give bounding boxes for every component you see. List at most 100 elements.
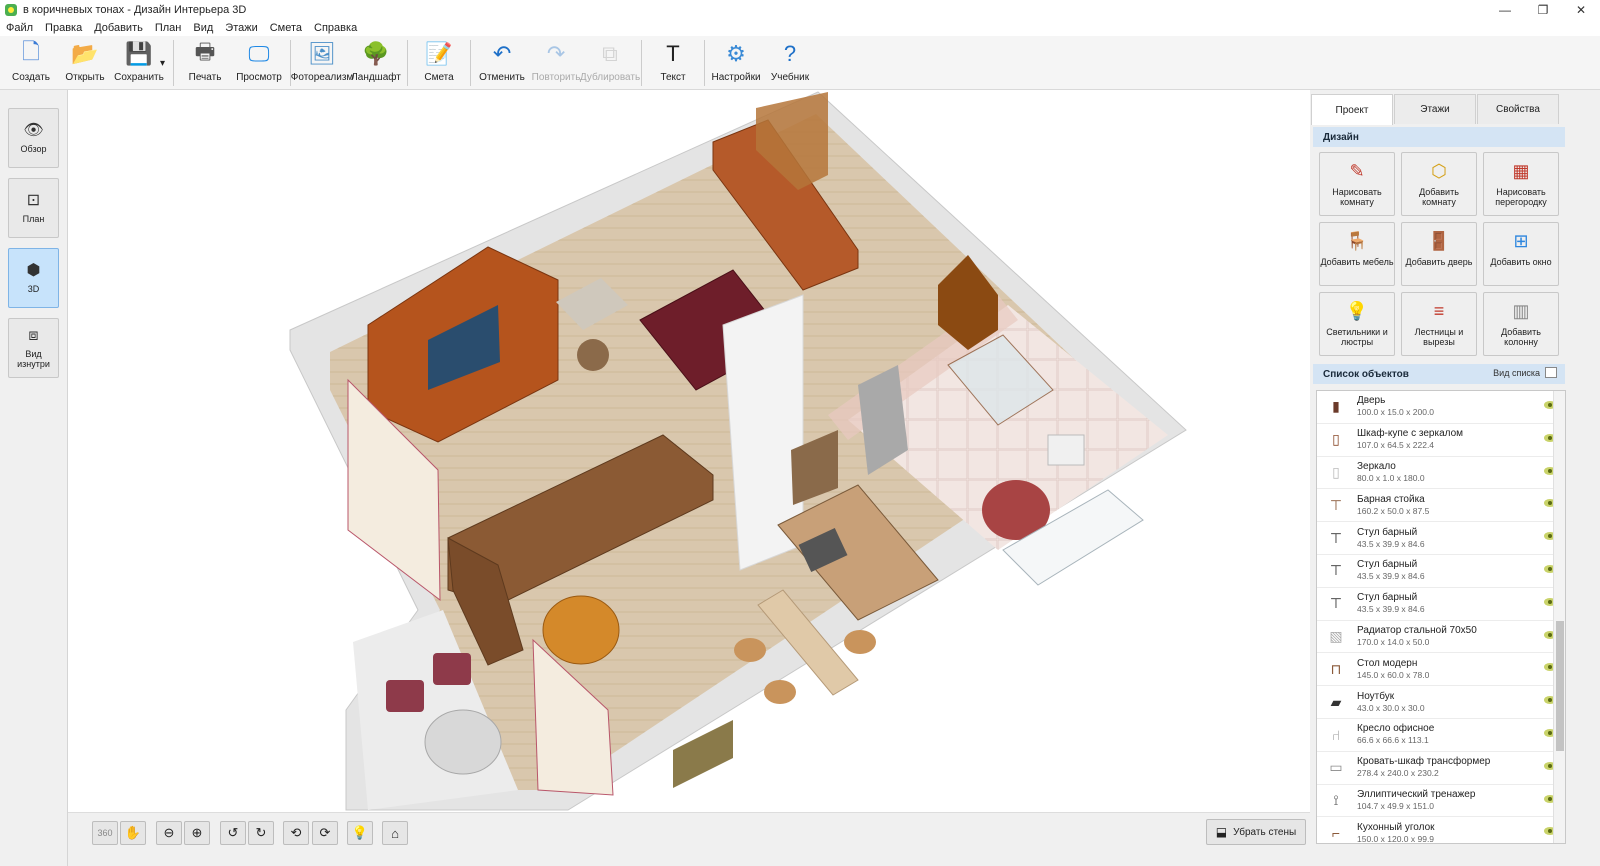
remove-walls-button[interactable]: ⬓ Убрать стены: [1206, 819, 1306, 845]
toolbar-button-3[interactable]: 🖶 Печать: [178, 36, 232, 88]
minimize-button[interactable]: —: [1486, 0, 1524, 20]
menu-item-5[interactable]: Этажи: [225, 22, 257, 34]
toolbar-button-4[interactable]: 🖵 Просмотр: [232, 36, 286, 88]
toolbar-label: Дублировать: [579, 72, 641, 83]
object-row[interactable]: ⊤ Стул барный 43.5 x 39.9 x 84.6: [1317, 555, 1565, 588]
view-button-2[interactable]: ⬢ 3D: [8, 248, 59, 308]
object-row[interactable]: ▯ Зеркало 80.0 x 1.0 x 180.0: [1317, 457, 1565, 490]
gear-icon: ⚙: [726, 41, 746, 66]
add-room-icon: ⬡: [1431, 160, 1447, 181]
menu-item-2[interactable]: Добавить: [94, 22, 143, 34]
object-row[interactable]: ▯ Шкаф-купе с зеркалом 107.0 x 64.5 x 222.…: [1317, 424, 1565, 457]
toolbar-button-5[interactable]: 🖼 Фотореализм: [291, 36, 354, 88]
object-row[interactable]: ⊤ Стул барный 43.5 x 39.9 x 84.6: [1317, 588, 1565, 621]
3d-viewport[interactable]: [68, 90, 1310, 812]
object-row[interactable]: ▮ Дверь 100.0 x 15.0 x 200.0: [1317, 391, 1565, 424]
toolbar-button-9[interactable]: ↷ Повторить: [529, 36, 583, 88]
object-row[interactable]: ⊤ Барная стойка 160.2 x 50.0 x 87.5: [1317, 489, 1565, 523]
object-row[interactable]: ▭ Кровать-шкаф трансформер 278.4 x 240.0 x…: [1317, 752, 1565, 785]
object-name: Кресло офисное: [1357, 723, 1435, 735]
object-row[interactable]: ▰ Ноутбук 43.0 x 30.0 x 30.0: [1317, 686, 1565, 719]
design-button-3[interactable]: 🪑 Добавить мебель: [1319, 222, 1395, 286]
toolbar-button-6[interactable]: 🌳 Ландшафт: [349, 36, 403, 88]
table-thumb-icon: ⊓: [1330, 660, 1342, 677]
design-button-7[interactable]: ≡ Лестницы и вырезы: [1401, 292, 1477, 356]
menu-item-4[interactable]: Вид: [193, 22, 213, 34]
save-dropdown-arrow[interactable]: ▾: [160, 58, 165, 69]
object-row[interactable]: ⊓ Стол модерн 145.0 x 60.0 x 78.0: [1317, 653, 1565, 687]
list-view-toggle[interactable]: Вид списка: [1493, 367, 1557, 378]
design-button-1[interactable]: ⬡ Добавить комнату: [1401, 152, 1477, 216]
stairs-icon: ≡: [1433, 300, 1445, 321]
tab-2[interactable]: Свойства: [1477, 94, 1559, 124]
tilt-up-icon[interactable]: ⟲: [283, 821, 309, 845]
scrollbar-thumb[interactable]: [1556, 621, 1564, 751]
light-bulb-icon[interactable]: 💡: [347, 821, 373, 845]
zoom-in-icon[interactable]: ⊕: [184, 821, 210, 845]
object-text: Стул барный 43.5 x 39.9 x 84.6: [1357, 559, 1425, 582]
toolbar-button-0[interactable]: 🗋 Создать: [4, 36, 58, 88]
tab-0[interactable]: Проект: [1311, 94, 1393, 125]
column-icon: ▥: [1512, 300, 1530, 321]
menu-item-1[interactable]: Правка: [45, 22, 82, 34]
rotate-right-icon[interactable]: ↻: [248, 821, 274, 845]
rotate-360-icon[interactable]: 360: [92, 821, 118, 845]
view-button-0[interactable]: 👁 Обзор: [8, 108, 59, 168]
close-button[interactable]: ✕: [1562, 0, 1600, 20]
objects-list[interactable]: ▮ Дверь 100.0 x 15.0 x 200.0 ▯ Шкаф-купе с з…: [1316, 390, 1566, 844]
toolbar-button-11[interactable]: T Текст: [646, 36, 700, 88]
rotate-left-icon[interactable]: ↺: [220, 821, 246, 845]
menu-item-6[interactable]: Смета: [270, 22, 302, 34]
object-row[interactable]: ⌐ Кухонный уголок 150.0 x 120.0 x 99.9: [1317, 817, 1565, 843]
tab-1[interactable]: Этажи: [1394, 94, 1476, 124]
objects-list-scrollbar[interactable]: [1553, 391, 1565, 843]
design-button-4[interactable]: 🚪 Добавить дверь: [1401, 222, 1477, 286]
view-button-3[interactable]: ⧈ Вид изнутри: [8, 318, 59, 378]
panel-tabs: Проект Этажи Свойства: [1311, 94, 1591, 125]
hand-pan-icon[interactable]: ✋: [120, 821, 146, 845]
restore-button[interactable]: ❐: [1524, 0, 1562, 20]
laptop-thumb-icon: ▰: [1330, 693, 1342, 710]
objects-section-title: Список объектов: [1323, 368, 1409, 380]
object-text: Зеркало 80.0 x 1.0 x 180.0: [1357, 461, 1425, 484]
bar-stool-thumb-icon: ⊤: [1329, 562, 1343, 579]
toolbar-button-8[interactable]: ↶ Отменить: [475, 36, 529, 88]
draw-room-icon: ✎: [1349, 160, 1365, 181]
toolbar-button-13[interactable]: ? Учебник: [763, 36, 817, 88]
object-dimensions: 100.0 x 15.0 x 200.0: [1357, 407, 1435, 418]
object-row[interactable]: ▧ Радиатор стальной 70х50 170.0 x 14.0 x 5…: [1317, 621, 1565, 654]
toolbar-button-7[interactable]: 📝 Смета: [412, 36, 466, 88]
toolbar-label: Учебник: [770, 72, 810, 83]
toolbar-button-2[interactable]: 💾 Сохранить: [112, 36, 166, 88]
menu-item-7[interactable]: Справка: [314, 22, 357, 34]
view-label: Вид изнутри: [17, 349, 50, 369]
armchair-icon: 🪑: [1345, 230, 1369, 251]
estimate-notepad-icon: 📝: [425, 41, 453, 66]
toolbar-label: Фотореализм: [290, 72, 354, 83]
toolbar-button-12[interactable]: ⚙ Настройки: [709, 36, 763, 88]
design-button-0[interactable]: ✎ Нарисовать комнату: [1319, 152, 1395, 216]
design-button-6[interactable]: 💡 Светильники и люстры: [1319, 292, 1395, 356]
design-button-5[interactable]: ⊞ Добавить окно: [1483, 222, 1559, 286]
view-button-1[interactable]: ⊡ План: [8, 178, 59, 238]
object-row[interactable]: ⊤ Стул барный 43.5 x 39.9 x 84.6: [1317, 522, 1565, 555]
toolbar-label: Смета: [424, 72, 454, 83]
object-dimensions: 104.7 x 49.9 x 151.0: [1357, 800, 1435, 811]
project-panel: Проект Этажи Свойства Дизайн ✎ Нарисовать к…: [1311, 90, 1600, 866]
design-button-8[interactable]: ▥ Добавить колонну: [1483, 292, 1559, 356]
bar-counter-thumb-icon: ⊤: [1329, 496, 1343, 513]
design-button-2[interactable]: ▦ Нарисовать перегородку: [1483, 152, 1559, 216]
bar-stool-thumb-icon: ⊤: [1329, 595, 1343, 612]
tilt-down-icon[interactable]: ⟳: [312, 821, 338, 845]
object-row[interactable]: ⟟ Эллиптический тренажер 104.7 x 49.9 x 15…: [1317, 785, 1565, 818]
menu-item-0[interactable]: Файл: [6, 22, 33, 34]
object-text: Шкаф-купе с зеркалом 107.0 x 64.5 x 222.4: [1357, 428, 1463, 451]
object-text: Кресло офисное 66.6 x 66.6 x 113.1: [1357, 723, 1434, 746]
menu-item-3[interactable]: План: [155, 22, 182, 34]
toolbar-button-10[interactable]: ⧉ Дублировать: [579, 36, 641, 88]
object-row[interactable]: ⑁ Кресло офисное 66.6 x 66.6 x 113.1: [1317, 719, 1565, 752]
zoom-out-icon[interactable]: ⊖: [156, 821, 182, 845]
home-icon[interactable]: ⌂: [382, 821, 408, 845]
toolbar-button-1[interactable]: 📂 Открыть: [58, 36, 112, 88]
3d-apartment-render[interactable]: [68, 90, 1310, 812]
